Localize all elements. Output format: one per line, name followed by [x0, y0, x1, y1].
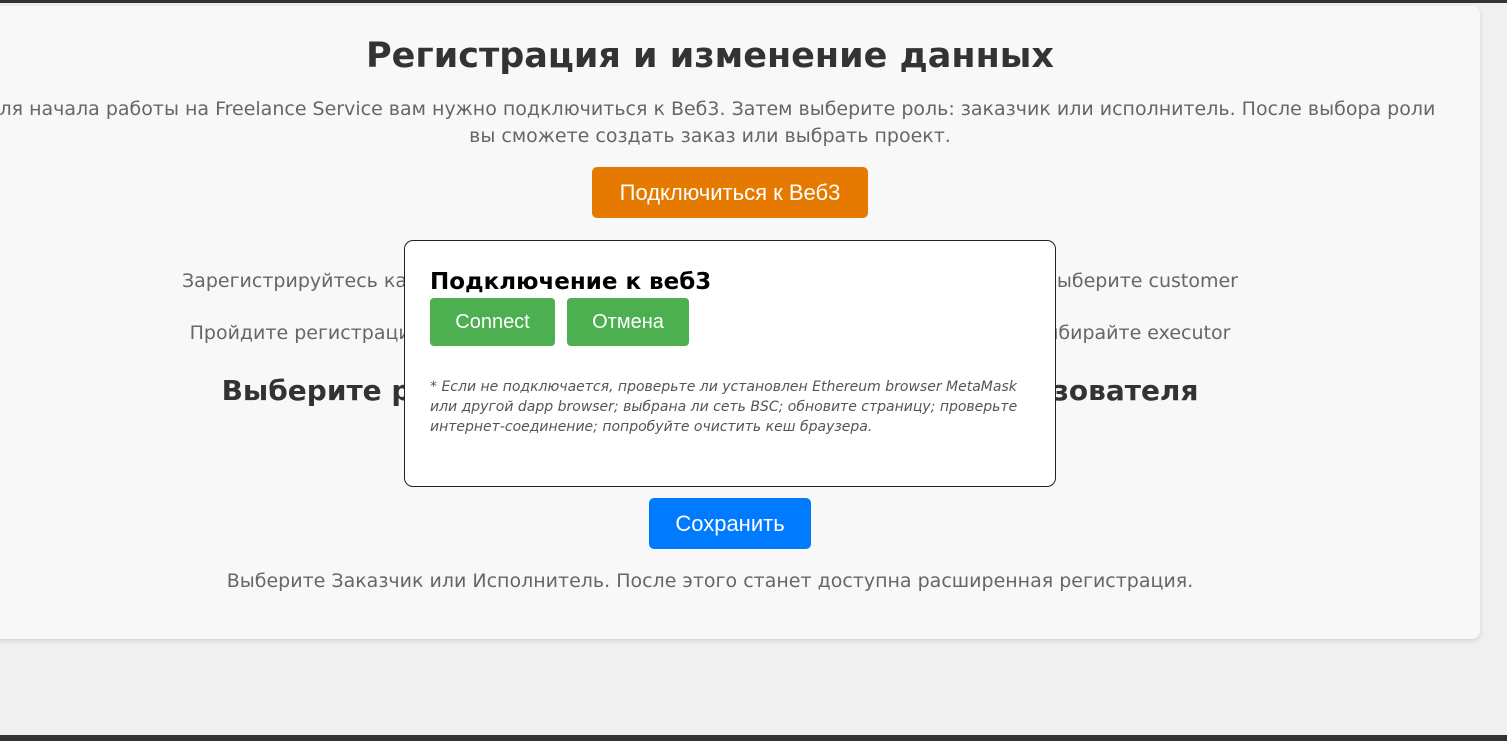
- web3-connect-modal: Подключение к веб3 Connect Отмена * Если…: [404, 240, 1056, 487]
- modal-note: * Если не подключается, проверьте ли уст…: [430, 379, 1018, 435]
- modal-cancel-button[interactable]: Отмена: [567, 298, 689, 346]
- hint-text: Выберите Заказчик или Исполнитель. После…: [226, 570, 1194, 592]
- modal-title: Подключение к веб3: [430, 269, 712, 295]
- modal-connect-button[interactable]: Connect: [430, 298, 555, 346]
- page-title: Регистрация и изменение данных: [366, 36, 1054, 76]
- bottom-border: [0, 735, 1507, 741]
- connect-web3-button[interactable]: Подключиться к Веб3: [592, 167, 868, 218]
- save-button[interactable]: Сохранить: [649, 498, 811, 549]
- intro-text: Для начала работы на Freelance Service в…: [0, 98, 1436, 147]
- top-border: [0, 0, 1507, 3]
